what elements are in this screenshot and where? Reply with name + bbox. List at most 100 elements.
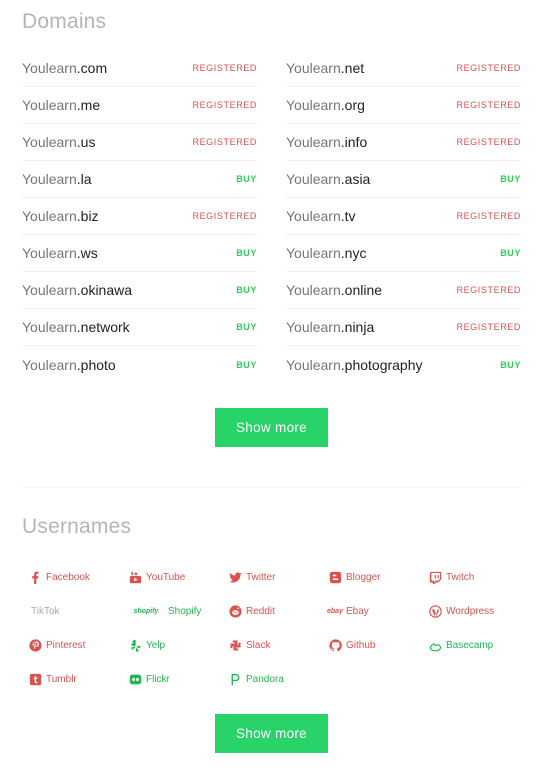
username-item-reddit[interactable]: Reddit — [228, 604, 328, 618]
domain-tld: .tv — [340, 208, 356, 224]
domain-row: Youlearn.info REGISTERED — [286, 124, 521, 161]
twitch-icon — [428, 570, 442, 584]
domain-row: Youlearn.ws BUY — [22, 235, 257, 272]
username-label: TikTok — [31, 605, 60, 617]
buy-link[interactable]: BUY — [500, 248, 521, 258]
domain-name: Youlearn.photography — [286, 357, 423, 373]
domain-tld: .network — [76, 319, 130, 335]
domain-tld: .okinawa — [76, 282, 133, 298]
youtube-icon — [128, 570, 142, 584]
pandora-icon — [228, 672, 242, 686]
domain-row: Youlearn.okinawa BUY — [22, 272, 257, 309]
domain-name: Youlearn.ninja — [286, 319, 374, 335]
username-item-github[interactable]: Github — [328, 638, 428, 652]
username-item-blogger[interactable]: Blogger — [328, 570, 428, 584]
domain-base: Youlearn — [286, 245, 341, 261]
username-item-tiktok[interactable]: TikTok — [28, 606, 128, 617]
username-item-youtube[interactable]: YouTube — [128, 570, 228, 584]
buy-link[interactable]: BUY — [236, 322, 257, 332]
domain-row: Youlearn.ninja REGISTERED — [286, 309, 521, 346]
section-divider — [22, 487, 522, 488]
domain-tld: .me — [76, 97, 101, 113]
domain-list-left: Youlearn.com REGISTERED Youlearn.me REGISTE… — [22, 50, 257, 383]
blogger-icon — [328, 570, 342, 584]
username-label: Wordpress — [446, 605, 495, 617]
show-more-usernames-button[interactable]: Show more — [215, 714, 328, 753]
domain-row: Youlearn.online REGISTERED — [286, 272, 521, 309]
domain-name: Youlearn.us — [22, 134, 95, 150]
username-label: Basecamp — [446, 639, 494, 651]
show-more-domains-button[interactable]: Show more — [215, 408, 328, 447]
domain-row: Youlearn.net REGISTERED — [286, 50, 521, 87]
username-item-wordpress[interactable]: Wordpress — [428, 604, 528, 618]
yelp-icon — [128, 638, 142, 652]
buy-link[interactable]: BUY — [236, 360, 257, 370]
username-item-pandora[interactable]: Pandora — [228, 672, 328, 686]
domain-tld: .la — [76, 171, 92, 187]
buy-link[interactable]: BUY — [236, 248, 257, 258]
domain-base: Youlearn — [286, 134, 341, 150]
buy-link[interactable]: BUY — [236, 285, 257, 295]
tumblr-icon — [28, 672, 42, 686]
buy-link[interactable]: BUY — [236, 174, 257, 184]
username-row: Facebook YouTube Twitter Blogger Twitch — [28, 560, 538, 594]
username-label: Shopify — [168, 605, 202, 617]
domain-base: Youlearn — [22, 208, 77, 224]
username-item-basecamp[interactable]: Basecamp — [428, 638, 528, 652]
registered-badge: REGISTERED — [456, 211, 521, 221]
wordpress-icon — [428, 604, 442, 618]
username-label: Facebook — [46, 571, 90, 583]
username-label: Twitch — [446, 571, 475, 583]
domain-name: Youlearn.online — [286, 282, 382, 298]
username-item-ebay[interactable]: ebay Ebay — [327, 604, 428, 618]
basecamp-icon — [428, 638, 442, 652]
domain-base: Youlearn — [22, 97, 77, 113]
usernames-heading: Usernames — [22, 515, 132, 538]
domain-name: Youlearn.asia — [286, 171, 370, 187]
username-label: Tumblr — [46, 673, 77, 685]
domain-tld: .info — [340, 134, 368, 150]
username-item-slack[interactable]: Slack — [228, 638, 328, 652]
domain-base: Youlearn — [286, 97, 341, 113]
ebay-icon: ebay — [327, 607, 343, 615]
domain-name: Youlearn.me — [22, 97, 100, 113]
registered-badge: REGISTERED — [456, 63, 521, 73]
domain-base: Youlearn — [22, 356, 77, 373]
domain-base: Youlearn — [22, 134, 77, 150]
username-label: Slack — [246, 639, 271, 651]
username-item-twitch[interactable]: Twitch — [428, 570, 528, 584]
username-grid: Facebook YouTube Twitter Blogger Twitch TikTo… — [28, 560, 538, 696]
username-item-tumblr[interactable]: Tumblr — [28, 672, 128, 686]
domain-name: Youlearn.biz — [22, 208, 99, 224]
registered-badge: REGISTERED — [456, 100, 521, 110]
username-item-flickr[interactable]: Flickr — [128, 672, 228, 686]
domains-heading: Domains — [22, 10, 107, 33]
domain-row: Youlearn.asia BUY — [286, 161, 521, 198]
username-label: Flickr — [146, 673, 170, 685]
username-item-yelp[interactable]: Yelp — [128, 638, 228, 652]
domain-row: Youlearn.us REGISTERED — [22, 124, 257, 161]
domain-tld: .org — [340, 97, 365, 113]
username-item-facebook[interactable]: Facebook — [28, 570, 128, 584]
facebook-icon — [28, 570, 42, 584]
domain-row: Youlearn.me REGISTERED — [22, 87, 257, 124]
domain-base: Youlearn — [286, 282, 341, 298]
buy-link[interactable]: BUY — [500, 360, 521, 370]
username-item-twitter[interactable]: Twitter — [228, 570, 328, 584]
username-item-shopify[interactable]: shopify Shopify — [128, 604, 228, 618]
username-item-pinterest[interactable]: Pinterest — [28, 638, 128, 652]
domain-list-right: Youlearn.net REGISTERED Youlearn.org REGIST… — [286, 50, 521, 383]
domain-tld: .photography — [340, 356, 423, 373]
domain-name: Youlearn.la — [22, 171, 92, 187]
domain-base: Youlearn — [22, 245, 77, 261]
username-label: Pandora — [246, 673, 284, 685]
username-label: Pinterest — [46, 639, 86, 651]
domain-base: Youlearn — [22, 319, 77, 335]
username-label: Blogger — [346, 571, 381, 583]
domain-row: Youlearn.network BUY — [22, 309, 257, 346]
domain-tld: .biz — [76, 208, 99, 224]
domain-row: Youlearn.com REGISTERED — [22, 50, 257, 87]
domain-name: Youlearn.network — [22, 319, 130, 335]
username-label: Ebay — [346, 605, 369, 617]
buy-link[interactable]: BUY — [500, 174, 521, 184]
